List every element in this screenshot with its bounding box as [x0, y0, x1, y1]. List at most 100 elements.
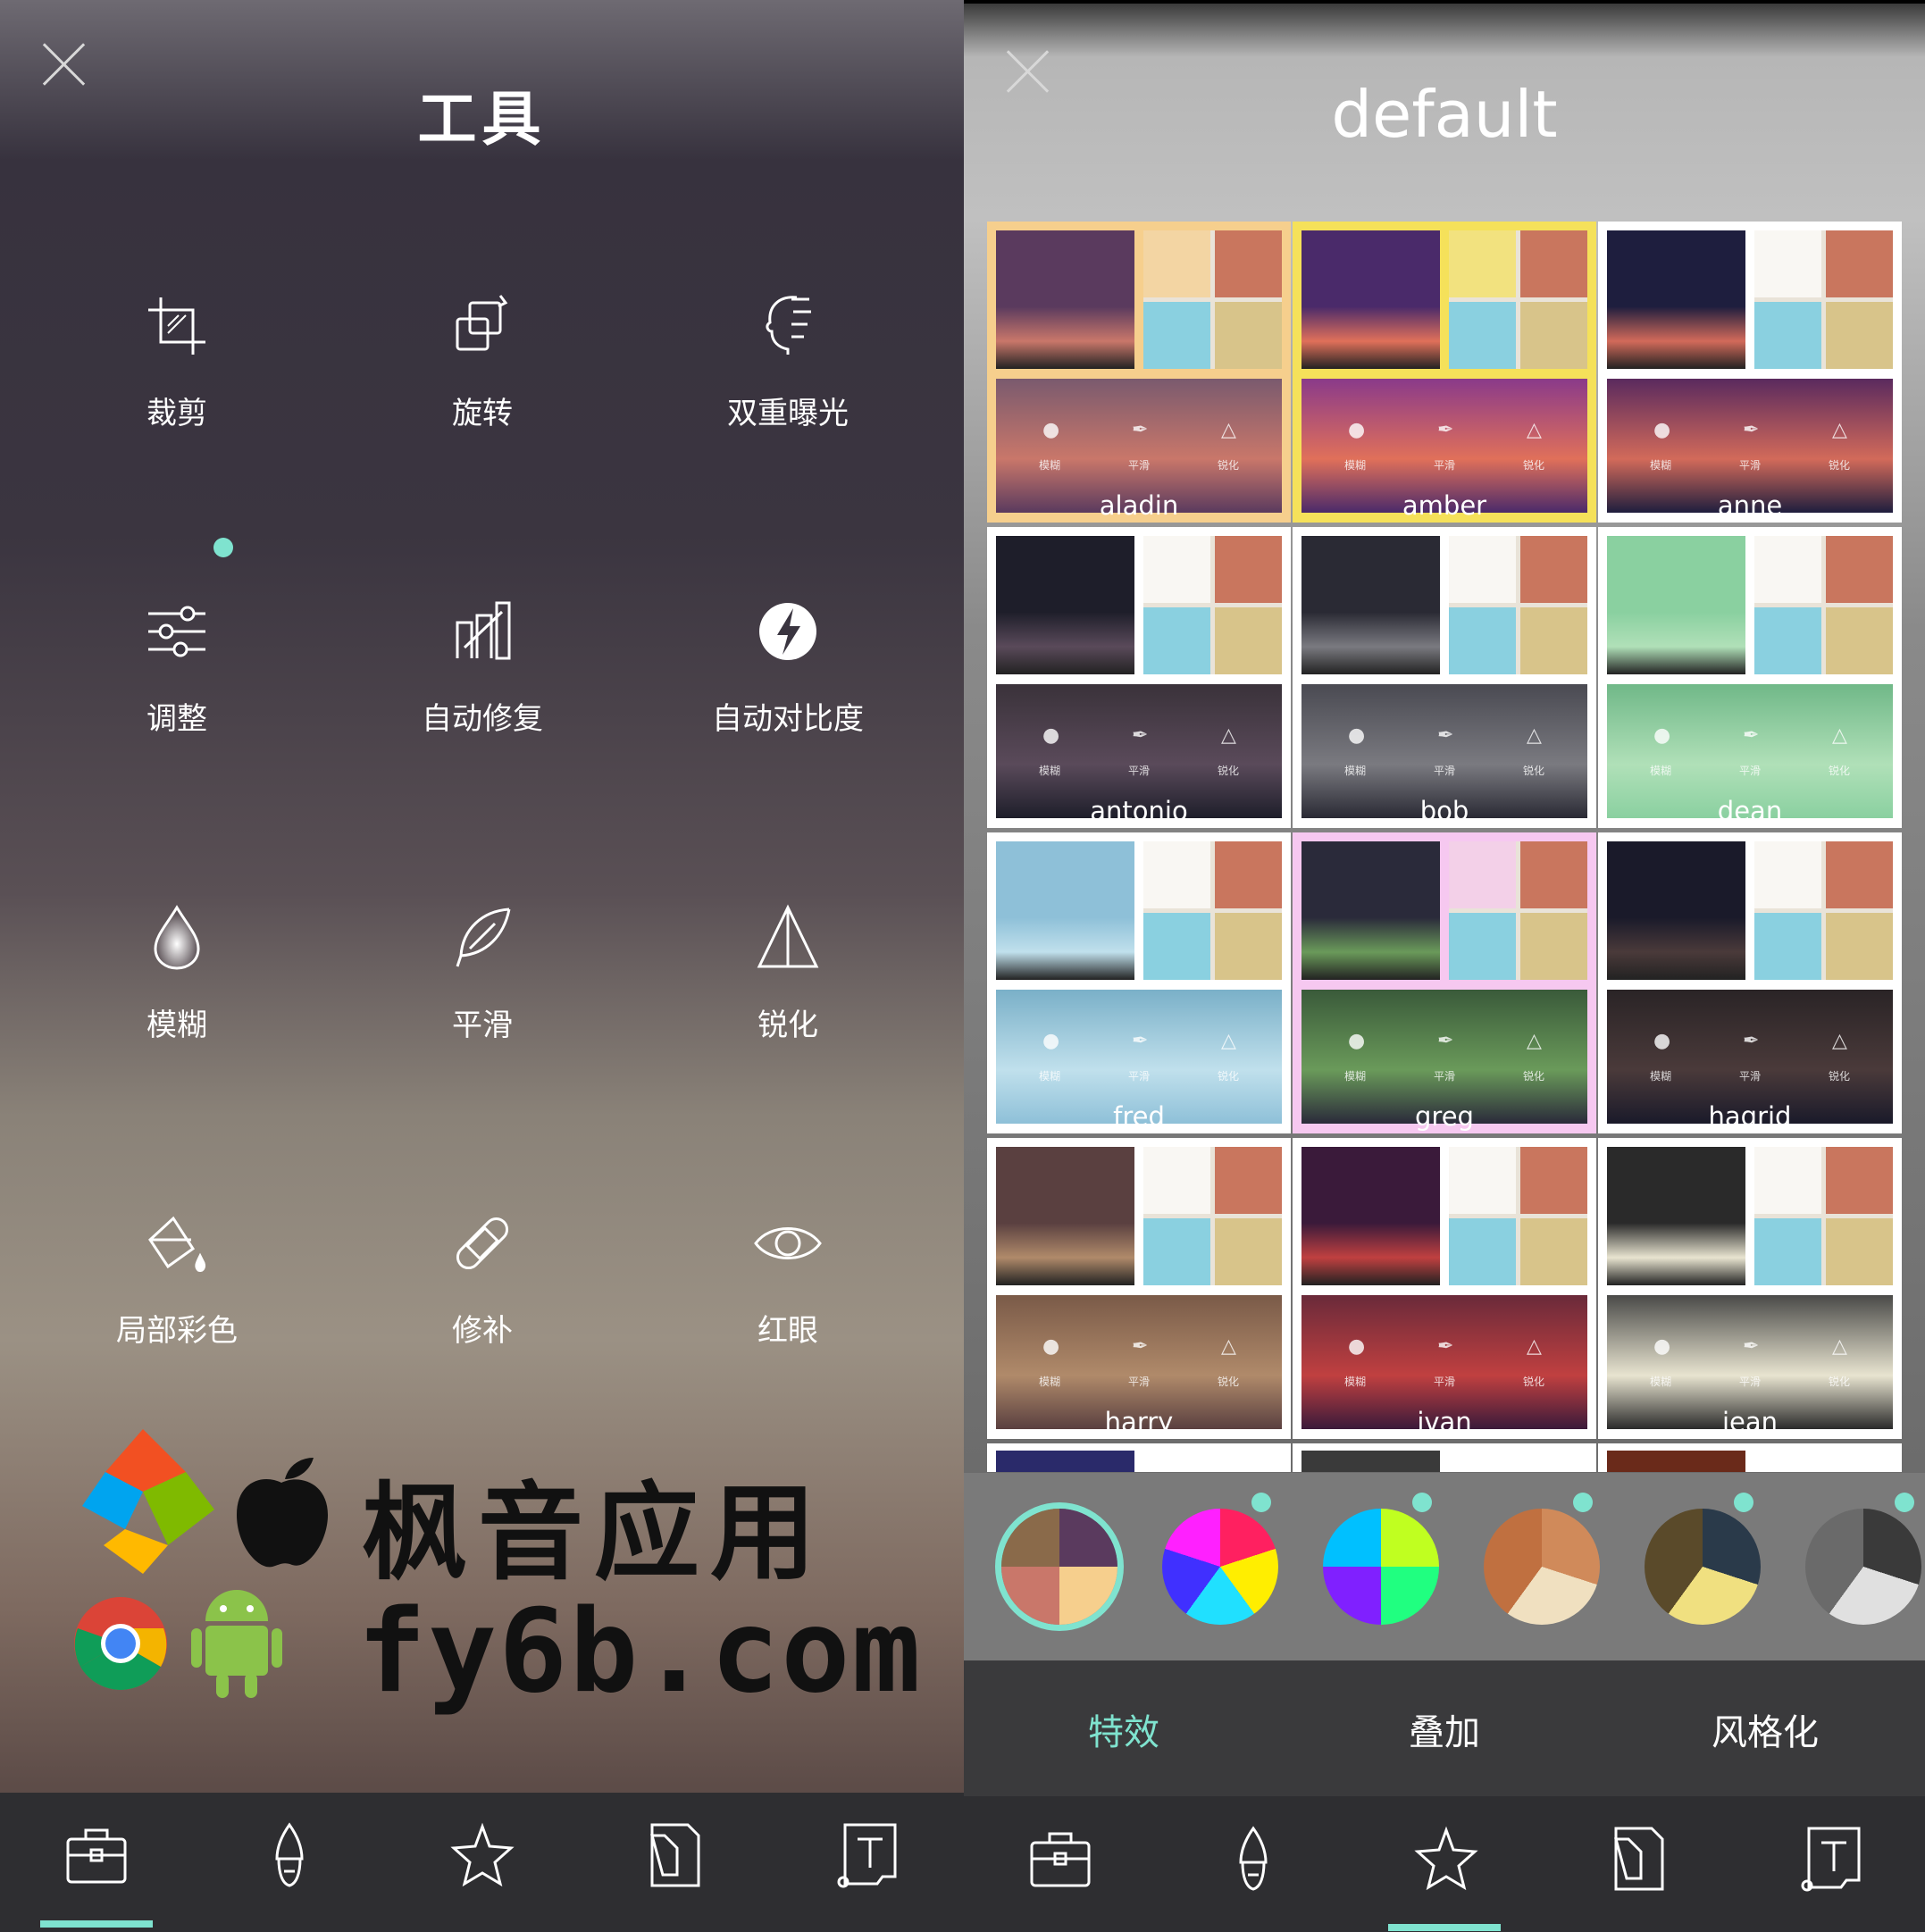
filter-pack-circle[interactable] [1484, 1509, 1600, 1625]
filters-panel: default ● ✒ △ 模糊 平滑 锐化 aladin ● ✒ △ 模糊 平滑 锐化 amber ● ✒ △… [964, 0, 1925, 1932]
filter-name: jean [1721, 1407, 1779, 1437]
mini-label: 平滑 [1434, 765, 1456, 777]
filter-name: amber [1402, 490, 1487, 521]
tool-double-exposure[interactable]: 双重曝光 [635, 237, 941, 505]
tool-rotate[interactable]: 旋转 [330, 237, 635, 505]
auto-fix-icon [456, 601, 511, 660]
filter-thumb-greg[interactable]: ● ✒ △ 模糊 平滑 锐化 greg [1293, 832, 1596, 1133]
bottom-nav-right [964, 1796, 1925, 1932]
tool-blur[interactable]: 模糊 [24, 849, 330, 1117]
filter-pack-circle[interactable] [1323, 1509, 1439, 1625]
preview-collage [1754, 841, 1893, 980]
filter-thumb-hagrid[interactable]: ● ✒ △ 模糊 平滑 锐化 hagrid [1598, 832, 1902, 1133]
sticker-icon[interactable] [1603, 1823, 1675, 1894]
tool-label: 局部彩色 [116, 1313, 238, 1349]
mini-label: 模糊 [1344, 1070, 1367, 1083]
mini-label: 锐化 [1829, 1070, 1851, 1083]
mini-feather-icon: ✒ [1437, 419, 1454, 441]
filter-thumb-fred[interactable]: ● ✒ △ 模糊 平滑 锐化 fred [987, 832, 1291, 1133]
sticker-icon[interactable] [640, 1819, 711, 1891]
watermark: 枫音应用 fy6b.com [63, 1420, 921, 1719]
text-icon[interactable] [1796, 1823, 1868, 1894]
filter-preview-top [1301, 230, 1587, 373]
filter-preview-top [1607, 230, 1893, 373]
filter-pack-circle[interactable] [1805, 1509, 1921, 1625]
toolbox-icon[interactable] [61, 1819, 132, 1891]
tool-smooth[interactable]: 平滑 [330, 849, 635, 1117]
effects-star-icon[interactable] [447, 1819, 518, 1891]
tool-red-eye[interactable]: 红眼 [635, 1154, 941, 1422]
mini-triangle-icon: △ [1527, 419, 1542, 441]
filter-thumb-aladin[interactable]: ● ✒ △ 模糊 平滑 锐化 aladin [987, 222, 1291, 523]
text-icon[interactable] [833, 1819, 904, 1891]
filter-thumb-bob[interactable]: ● ✒ △ 模糊 平滑 锐化 bob [1293, 527, 1596, 828]
mini-triangle-icon: △ [1221, 1030, 1236, 1052]
preview-image [996, 1451, 1134, 1472]
mini-drop-icon: ● [1348, 1335, 1366, 1358]
tool-label: 自动对比度 [712, 701, 864, 737]
tool-repair[interactable]: 修补 [330, 1154, 635, 1422]
preview-collage [1449, 536, 1587, 674]
toolbox-icon[interactable] [1025, 1823, 1096, 1894]
mini-label: 模糊 [1650, 1376, 1672, 1388]
tab-overlay[interactable]: 叠加 [1285, 1703, 1604, 1755]
tab-stylize[interactable]: 风格化 [1605, 1703, 1925, 1755]
tool-local-color[interactable]: 局部彩色 [24, 1154, 330, 1422]
filter-thumb-anne[interactable]: ● ✒ △ 模糊 平滑 锐化 anne [1598, 222, 1902, 523]
new-badge-dot [1573, 1493, 1593, 1512]
mini-drop-icon: ● [1348, 1030, 1366, 1052]
mini-label: 模糊 [1344, 765, 1367, 777]
tool-adjust[interactable]: 调整 [24, 542, 330, 810]
filter-thumb-partial[interactable] [1293, 1443, 1596, 1472]
filter-thumb-ivan[interactable]: ● ✒ △ 模糊 平滑 锐化 ivan [1293, 1138, 1596, 1439]
filter-name: dean [1717, 796, 1783, 826]
new-badge-dot [1251, 1493, 1271, 1512]
brush-icon[interactable] [254, 1819, 325, 1891]
mini-label: 模糊 [1344, 1376, 1367, 1388]
sharpen-triangle-icon [757, 904, 819, 968]
android-logo-icon [191, 1590, 282, 1698]
filter-thumb-amber[interactable]: ● ✒ △ 模糊 平滑 锐化 amber [1293, 222, 1596, 523]
preview-image [1301, 1451, 1440, 1472]
mini-label: 锐化 [1523, 1070, 1545, 1083]
paint-bucket-icon [148, 1216, 205, 1272]
brush-icon[interactable] [1218, 1823, 1289, 1894]
filter-thumb-partial[interactable] [1598, 1443, 1902, 1472]
filter-thumb-jean[interactable]: ● ✒ △ 模糊 平滑 锐化 jean [1598, 1138, 1902, 1439]
mini-triangle-icon: △ [1527, 724, 1542, 747]
feather-icon [456, 907, 511, 967]
preview-image [996, 1147, 1134, 1285]
bandage-icon [456, 1217, 509, 1270]
filter-thumb-antonio[interactable]: ● ✒ △ 模糊 平滑 锐化 antonio [987, 527, 1291, 828]
preview-image [1301, 230, 1440, 369]
tools-panel: 工具 裁剪 旋转 双重曝光 调整 自动修复 自动对比度 模糊 平滑 锐化 局部彩… [0, 0, 964, 1932]
mini-feather-icon: ✒ [1743, 724, 1760, 747]
tool-auto-fix[interactable]: 自动修复 [330, 542, 635, 810]
preview-collage [1143, 230, 1282, 369]
watermark-url: fy6b.com [357, 1585, 923, 1719]
mini-label: 锐化 [1829, 1376, 1851, 1388]
auto-contrast-icon [759, 603, 816, 660]
filter-pack-circle[interactable] [1001, 1509, 1117, 1625]
mini-drop-icon: ● [1042, 1030, 1060, 1052]
filter-category-tabs: 特效 叠加 风格化 [964, 1660, 1925, 1796]
windows-logo-icon [82, 1429, 214, 1574]
new-badge-dot [1412, 1493, 1432, 1512]
filter-pack-circle[interactable] [1162, 1509, 1278, 1625]
filter-thumb-harry[interactable]: ● ✒ △ 模糊 平滑 锐化 harry [987, 1138, 1291, 1439]
preview-collage [1449, 1147, 1587, 1285]
mini-label: 模糊 [1650, 1070, 1672, 1083]
tool-auto-contrast[interactable]: 自动对比度 [635, 542, 941, 810]
filter-pack-circle[interactable] [1645, 1509, 1761, 1625]
effects-star-icon[interactable] [1410, 1823, 1482, 1894]
tool-crop[interactable]: 裁剪 [24, 237, 330, 505]
mini-drop-icon: ● [1042, 419, 1060, 441]
tab-effects[interactable]: 特效 [964, 1703, 1284, 1755]
filter-thumb-dean[interactable]: ● ✒ △ 模糊 平滑 锐化 dean [1598, 527, 1902, 828]
filter-name: antonio [1090, 796, 1188, 826]
mini-feather-icon: ✒ [1743, 1335, 1760, 1358]
filter-thumb-partial[interactable] [987, 1443, 1291, 1472]
tool-sharpen[interactable]: 锐化 [635, 849, 941, 1117]
mini-feather-icon: ✒ [1132, 1030, 1149, 1052]
preview-image [1607, 841, 1745, 980]
